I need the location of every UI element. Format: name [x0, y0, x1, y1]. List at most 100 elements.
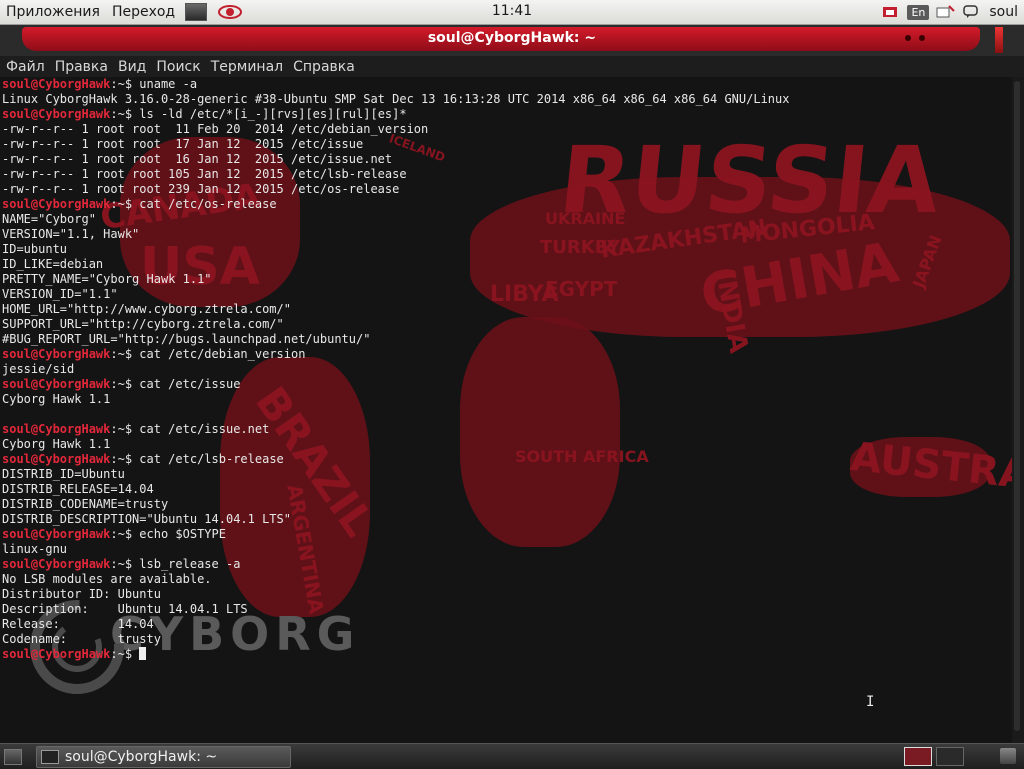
prompt-user: soul@CyborgHawk: [2, 647, 111, 661]
terminal-output-line: -rw-r--r-- 1 root root 17 Jan 12 2015 /e…: [2, 137, 789, 152]
keyboard-layout-indicator[interactable]: En: [907, 4, 930, 20]
network-icon[interactable]: [881, 3, 901, 21]
terminal-command-line: soul@CyborgHawk:~$ lsb_release -a: [2, 557, 789, 572]
close-button[interactable]: [919, 35, 925, 41]
taskbar-window-label: soul@CyborgHawk: ~: [65, 748, 218, 765]
output-text: DISTRIB_RELEASE=14.04: [2, 482, 154, 496]
terminal-command-line: soul@CyborgHawk:~$ cat /etc/os-release: [2, 197, 789, 212]
prompt-user: soul@CyborgHawk: [2, 197, 111, 211]
terminal-launcher-icon[interactable]: [185, 3, 208, 21]
show-desktop-icon[interactable]: [4, 748, 22, 765]
command-text: cat /etc/lsb-release: [139, 452, 284, 466]
prompt-suffix: :~$: [110, 647, 140, 661]
text-cursor-icon: I: [866, 694, 875, 710]
terminal-output-line: Description: Ubuntu 14.04.1 LTS: [2, 602, 789, 617]
menu-search[interactable]: Поиск: [151, 59, 205, 75]
terminal-output-line: VERSION_ID="1.1": [2, 287, 789, 302]
window-titlebar[interactable]: soul@CyborgHawk: ~: [0, 25, 1024, 56]
prompt-suffix: :~$: [110, 557, 140, 571]
prompt-user: soul@CyborgHawk: [2, 557, 111, 571]
top-panel: Приложения Переход 11:41 En soul: [0, 0, 1024, 25]
command-text: echo $OSTYPE: [139, 527, 226, 541]
output-text: jessie/sid: [2, 362, 75, 376]
prompt-suffix: :~$: [110, 197, 140, 211]
terminal-output-line: -rw-r--r-- 1 root root 105 Jan 12 2015 /…: [2, 167, 789, 182]
workspace-2[interactable]: [936, 747, 964, 766]
output-text: DISTRIB_CODENAME=trusty: [2, 497, 169, 511]
menu-help[interactable]: Справка: [288, 59, 360, 75]
prompt-suffix: :~$: [110, 377, 140, 391]
terminal-output-line: VERSION="1.1, Hawk": [2, 227, 789, 242]
terminal-output[interactable]: soul@CyborgHawk:~$ uname -a Linux CyborgH…: [2, 77, 789, 662]
command-text: uname -a: [139, 77, 198, 91]
menu-terminal[interactable]: Терминал: [206, 59, 288, 75]
output-text: VERSION_ID="1.1": [2, 287, 118, 301]
terminal-output-line: SUPPORT_URL="http://cyborg.ztrela.com/": [2, 317, 789, 332]
prompt-user: soul@CyborgHawk: [2, 347, 111, 361]
applications-menu[interactable]: Приложения: [0, 0, 106, 24]
menu-view[interactable]: Вид: [113, 59, 151, 75]
resize-handle[interactable]: [995, 27, 1003, 53]
system-tray: En soul: [881, 0, 1024, 24]
prompt-user: soul@CyborgHawk: [2, 77, 111, 91]
output-text: Codename: trusty: [2, 632, 161, 646]
terminal-output-line: DISTRIB_CODENAME=trusty: [2, 497, 789, 512]
terminal-output-line: Linux CyborgHawk 3.16.0-28-generic #38-U…: [2, 92, 789, 107]
terminal-command-line: soul@CyborgHawk:~$ uname -a: [2, 77, 789, 92]
workspace-1[interactable]: [904, 747, 932, 766]
prompt-suffix: :~$: [110, 527, 140, 541]
prompt-user: soul@CyborgHawk: [2, 452, 111, 466]
window-title: soul@CyborgHawk: ~: [427, 30, 597, 46]
terminal-output-line: ID_LIKE=debian: [2, 257, 789, 272]
output-text: -rw-r--r-- 1 root root 239 Jan 12 2015 /…: [2, 182, 400, 196]
menu-edit[interactable]: Правка: [50, 59, 113, 75]
terminal-output-line: Distributor ID: Ubuntu: [2, 587, 789, 602]
command-text: lsb_release -a: [139, 557, 241, 571]
scrollbar-thumb[interactable]: [1014, 81, 1020, 731]
terminal-cursor: [139, 647, 147, 660]
output-text: SUPPORT_URL="http://cyborg.ztrela.com/": [2, 317, 284, 331]
output-text: No LSB modules are available.: [2, 572, 212, 586]
terminal-output-line: Release: 14.04: [2, 617, 789, 632]
window-controls[interactable]: [905, 35, 925, 41]
mail-notification-icon[interactable]: [935, 3, 956, 21]
prompt-user: soul@CyborgHawk: [2, 107, 111, 121]
terminal-output-line: #BUG_REPORT_URL="http://bugs.launchpad.n…: [2, 332, 789, 347]
terminal-output-line: -rw-r--r-- 1 root root 239 Jan 12 2015 /…: [2, 182, 789, 197]
minimize-button[interactable]: [905, 35, 911, 41]
command-text: cat /etc/issue: [139, 377, 241, 391]
terminal-area[interactable]: RUSSIA USA CANADA CHINA BRAZIL AUSTRALIA…: [0, 77, 1012, 743]
output-text: Release: 14.04: [2, 617, 154, 631]
bottom-panel: soul@CyborgHawk: ~: [0, 743, 1024, 769]
terminal-output-line: linux-gnu: [2, 542, 789, 557]
terminal-scrollbar[interactable]: [1012, 77, 1024, 743]
terminal-output-line: NAME="Cyborg": [2, 212, 789, 227]
output-text: Distributor ID: Ubuntu: [2, 587, 161, 601]
menu-file[interactable]: Файл: [0, 59, 50, 75]
terminal-output-line: No LSB modules are available.: [2, 572, 789, 587]
terminal-output-line: -rw-r--r-- 1 root root 11 Feb 20 2014 /e…: [2, 122, 789, 137]
output-text: -rw-r--r-- 1 root root 105 Jan 12 2015 /…: [2, 167, 407, 181]
terminal-command-line: soul@CyborgHawk:~$ cat /etc/issue.net: [2, 422, 789, 437]
terminal-output-line: PRETTY_NAME="Cyborg Hawk 1.1": [2, 272, 789, 287]
chat-bubble-icon[interactable]: [961, 3, 981, 21]
output-text: Description: Ubuntu 14.04.1 LTS: [2, 602, 248, 616]
prompt-suffix: :~$: [110, 452, 140, 466]
output-text: Cyborg Hawk 1.1: [2, 392, 111, 406]
terminal-output-line: [2, 407, 789, 422]
trash-icon[interactable]: [1000, 748, 1016, 764]
output-text: NAME="Cyborg": [2, 212, 96, 226]
browser-launcher-icon[interactable]: [217, 2, 243, 22]
taskbar-window-button[interactable]: soul@CyborgHawk: ~: [36, 745, 291, 768]
command-text: cat /etc/issue.net: [139, 422, 270, 436]
user-menu[interactable]: soul: [989, 4, 1018, 20]
output-text: -rw-r--r-- 1 root root 17 Jan 12 2015 /e…: [2, 137, 364, 151]
command-text: cat /etc/os-release: [139, 197, 277, 211]
output-text: -rw-r--r-- 1 root root 16 Jan 12 2015 /e…: [2, 152, 393, 166]
terminal-command-line: soul@CyborgHawk:~$ cat /etc/debian_versi…: [2, 347, 789, 362]
places-menu[interactable]: Переход: [106, 0, 181, 24]
output-text: PRETTY_NAME="Cyborg Hawk 1.1": [2, 272, 212, 286]
prompt-suffix: :~$: [110, 422, 140, 436]
terminal-output-line: Codename: trusty: [2, 632, 789, 647]
output-text: -rw-r--r-- 1 root root 11 Feb 20 2014 /e…: [2, 122, 429, 136]
